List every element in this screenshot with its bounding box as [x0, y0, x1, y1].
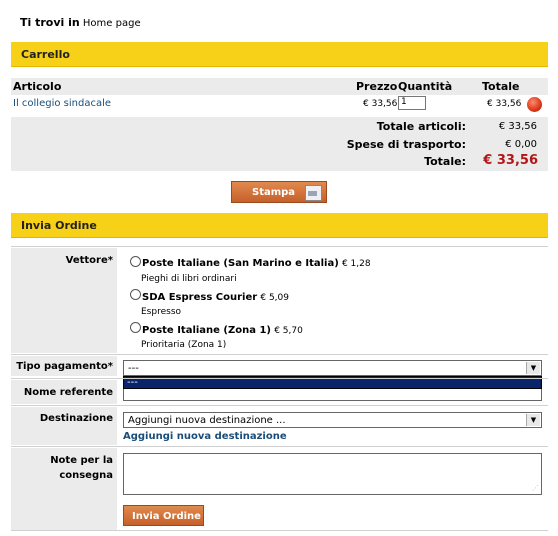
- carrier-radio-2[interactable]: [130, 289, 141, 300]
- submit-label: Invia Ordine: [132, 511, 201, 522]
- remove-item-icon[interactable]: [527, 97, 542, 112]
- col-price: Prezzo: [356, 80, 398, 93]
- order-title: Invia Ordine: [21, 219, 97, 232]
- submit-order-button[interactable]: Invia Ordine: [123, 505, 204, 526]
- carrier-price-2: € 5,09: [260, 293, 289, 303]
- carrier-label-cell: Vettore*: [11, 248, 117, 353]
- cart-table-header: Articolo Prezzo Quantità Totale: [11, 78, 548, 95]
- divider: [11, 530, 548, 531]
- item-name[interactable]: Il collegio sindacale: [13, 98, 111, 109]
- col-total: Totale: [482, 80, 520, 93]
- items-total-label: Totale articoli:: [376, 120, 466, 133]
- resize-handle-icon[interactable]: ⋰: [532, 484, 539, 492]
- destination-select[interactable]: Aggiungi nuova destinazione ... ▼: [123, 412, 542, 428]
- cart-totals: Totale articoli: € 33,56 Spese di traspo…: [11, 117, 548, 171]
- carrier-radio-3[interactable]: [130, 322, 141, 333]
- carrier-desc-3: Prioritaria (Zona 1): [141, 340, 227, 350]
- carrier-name-3: Poste Italiane (Zona 1): [142, 325, 271, 336]
- breadcrumb: Ti trovi in Home page: [20, 16, 141, 29]
- shipping-label: Spese di trasporto:: [346, 138, 466, 151]
- destination-label-cell: Destinazione: [11, 407, 117, 445]
- notes-label-cell: Note per la consegna: [11, 448, 117, 530]
- carrier-label: Vettore*: [65, 255, 113, 266]
- item-price: € 33,56: [363, 99, 398, 109]
- carrier-price-3: € 5,70: [274, 326, 303, 336]
- carrier-desc-1: Pieghi di libri ordinari: [141, 274, 237, 284]
- printer-icon: [305, 185, 322, 201]
- divider: [11, 354, 548, 355]
- order-header: Invia Ordine: [11, 213, 548, 238]
- shipping-value: € 0,00: [505, 139, 537, 150]
- destination-value: Aggiungi nuova destinazione ...: [128, 415, 286, 426]
- referent-input[interactable]: [123, 389, 542, 401]
- col-qty: Quantità: [398, 80, 453, 93]
- carrier-name-2: SDA Espress Courier: [142, 292, 258, 303]
- add-destination-link[interactable]: Aggiungi nuova destinazione: [123, 431, 287, 442]
- divider: [11, 446, 548, 447]
- referent-label: Nome referente: [23, 387, 113, 398]
- carrier-desc-2: Espresso: [141, 307, 182, 317]
- items-total-value: € 33,56: [498, 121, 537, 132]
- quantity-input[interactable]: 1: [398, 96, 426, 110]
- table-row: Il collegio sindacale € 33,56 1 € 33,56: [11, 95, 548, 115]
- divider: [11, 378, 548, 379]
- cart-header: Carrello: [11, 42, 548, 67]
- cart-title: Carrello: [21, 48, 70, 61]
- referent-label-cell: Nome referente: [11, 380, 117, 404]
- carrier-radio-1[interactable]: [130, 256, 141, 267]
- notes-label: Note per la consegna: [50, 455, 113, 481]
- print-label: Stampa: [252, 187, 296, 198]
- divider: [11, 246, 548, 247]
- payment-select[interactable]: --- ▼: [123, 360, 542, 376]
- print-button[interactable]: Stampa: [231, 181, 327, 203]
- carrier-price-1: € 1,28: [341, 259, 371, 269]
- breadcrumb-label: Ti trovi in: [20, 16, 80, 29]
- grand-total-value: € 33,56: [483, 153, 538, 168]
- chevron-down-icon[interactable]: ▼: [526, 414, 540, 426]
- breadcrumb-page[interactable]: Home page: [83, 18, 141, 29]
- divider: [11, 405, 548, 406]
- item-total: € 33,56: [487, 99, 522, 109]
- carrier-name-1: Poste Italiane (San Marino e Italia): [142, 258, 339, 269]
- col-article: Articolo: [13, 80, 62, 93]
- payment-value: ---: [128, 363, 139, 374]
- destination-label: Destinazione: [39, 413, 113, 424]
- chevron-down-icon[interactable]: ▼: [526, 362, 540, 374]
- grand-total-label: Totale:: [424, 155, 466, 168]
- payment-label: Tipo pagamento*: [16, 361, 113, 372]
- notes-textarea[interactable]: ⋰: [123, 453, 542, 495]
- payment-label-cell: Tipo pagamento*: [11, 356, 117, 376]
